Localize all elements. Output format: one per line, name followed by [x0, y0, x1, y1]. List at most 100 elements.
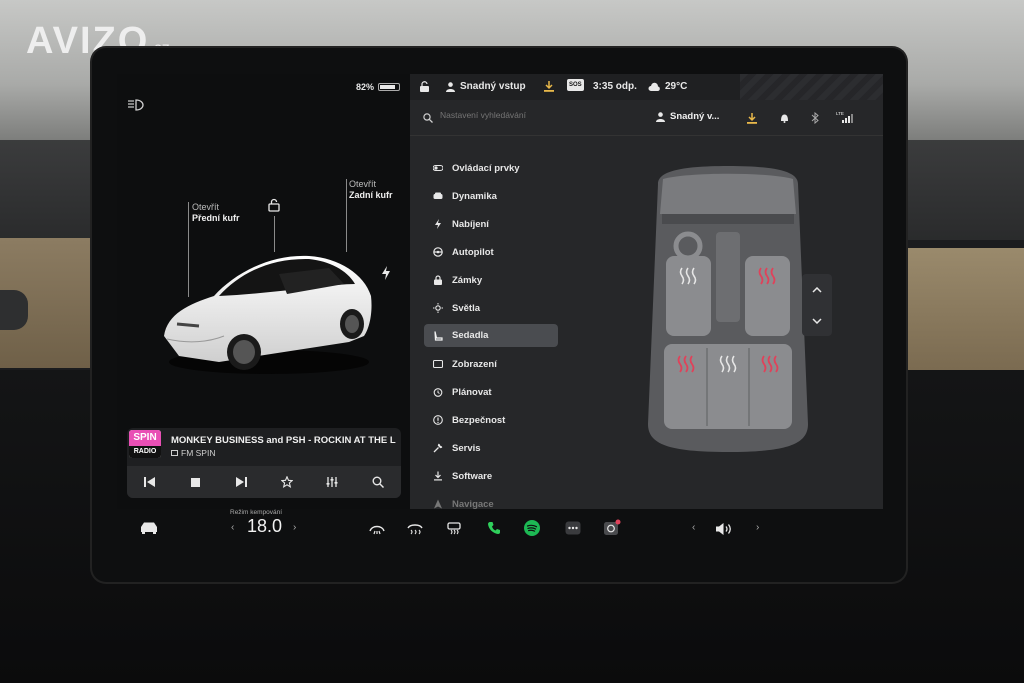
outside-temperature-label: 29°C — [665, 81, 688, 92]
equalizer-icon — [326, 477, 338, 487]
previous-button[interactable] — [141, 473, 159, 491]
passenger-seat[interactable] — [745, 256, 790, 336]
favorite-button[interactable] — [278, 473, 296, 491]
person-icon — [656, 111, 665, 122]
media-search-button[interactable] — [369, 473, 387, 491]
car-panel: 82% Otevřít Přední kufr Otevřít Zadní ku… — [117, 74, 410, 509]
unlock-icon[interactable] — [267, 198, 281, 212]
cabin-temperature[interactable]: 18.0 — [247, 516, 282, 537]
sos-icon: SOS — [567, 79, 584, 91]
wrench-icon — [433, 443, 443, 453]
next-icon — [235, 477, 247, 487]
car-icon — [433, 192, 443, 199]
station-logo-top: SPIN — [129, 430, 161, 446]
airflow-button[interactable] — [407, 523, 423, 535]
menu-item-label: Navigace — [452, 498, 494, 510]
battery-fill — [380, 85, 395, 89]
driver-profile-label: Snadný vstup — [460, 81, 526, 92]
menu-item-label: Zobrazení — [452, 358, 497, 370]
bolt-icon — [435, 219, 441, 229]
volume-down-button[interactable]: ‹ — [692, 522, 695, 533]
car-model-image — [164, 255, 372, 374]
rear-defrost-icon — [447, 522, 461, 535]
rear-trunk-label: Zadní kufr — [349, 190, 393, 200]
camera-button[interactable] — [603, 519, 621, 536]
sun-icon — [433, 303, 443, 313]
volume-button[interactable] — [715, 522, 733, 536]
rear-trunk-button[interactable]: Otevřít Zadní kufr — [349, 179, 393, 201]
sos-button[interactable]: SOS — [567, 79, 584, 91]
front-trunk-button[interactable]: Otevřít Přední kufr — [192, 202, 240, 224]
seat-up-button[interactable] — [802, 274, 832, 305]
menu-item-display[interactable]: Zobrazení — [424, 350, 564, 378]
lte-signal-icon: LTE — [836, 111, 853, 123]
battery-status: 82% — [356, 82, 400, 92]
rear-defrost-button[interactable] — [447, 522, 461, 535]
profile-button[interactable]: Snadný v... — [656, 111, 719, 122]
radio-icon — [171, 450, 178, 456]
menu-item-label: Ovládací prvky — [452, 162, 520, 174]
clock: 3:35 odp. — [593, 81, 637, 92]
menu-item-charging[interactable]: Nabíjení — [424, 210, 564, 238]
menu-item-locks[interactable]: Zámky — [424, 266, 564, 294]
menu-item-schedule[interactable]: Plánovat — [424, 378, 564, 406]
steering-wheel-icon — [433, 247, 443, 257]
camera-icon — [604, 519, 621, 535]
stop-icon — [190, 477, 200, 487]
headlight-icon[interactable] — [127, 98, 145, 112]
stop-button[interactable] — [186, 473, 204, 491]
next-button[interactable] — [232, 473, 250, 491]
menu-item-dynamics[interactable]: Dynamika — [424, 182, 564, 210]
download-icon[interactable] — [544, 81, 554, 92]
seat-heater-diagram — [648, 166, 808, 452]
menu-item-service[interactable]: Servis — [424, 434, 564, 462]
media-controls — [127, 466, 401, 498]
profile-name: Snadný v... — [670, 111, 720, 122]
download-icon[interactable] — [747, 113, 757, 124]
station-logo[interactable]: SPIN RADIO — [129, 430, 161, 458]
equalizer-button[interactable] — [323, 473, 341, 491]
temp-up-button[interactable]: › — [293, 522, 296, 533]
car-button[interactable] — [139, 521, 159, 534]
door-handle — [0, 290, 28, 330]
lock-icon — [434, 275, 442, 285]
menu-item-software[interactable]: Software — [424, 462, 564, 490]
phone-button[interactable] — [487, 521, 501, 535]
temp-down-button[interactable]: ‹ — [231, 522, 234, 533]
menu-item-label: Autopilot — [452, 246, 494, 258]
seat-adjust-buttons — [802, 274, 832, 336]
menu-item-safety[interactable]: Bezpečnost — [424, 406, 564, 434]
bell-icon[interactable] — [780, 113, 789, 123]
menu-item-label: Software — [452, 470, 493, 482]
spotify-icon — [524, 520, 540, 536]
menu-item-label: Nabíjení — [452, 218, 489, 230]
seat-icon — [434, 330, 443, 341]
cloud-sun-icon — [648, 82, 660, 91]
charge-port-icon[interactable] — [381, 266, 391, 280]
more-apps-button[interactable] — [565, 521, 581, 535]
previous-icon — [144, 477, 156, 487]
menu-item-seats[interactable]: Sedadla — [424, 324, 558, 347]
search-icon — [423, 113, 433, 123]
front-defrost-button[interactable] — [369, 523, 385, 535]
spotify-button[interactable] — [524, 520, 540, 536]
driver-profile-status[interactable]: Snadný vstup — [446, 81, 526, 92]
rear-trunk-action: Otevřít — [349, 179, 377, 189]
media-player: SPIN RADIO MONKEY BUSINESS and PSH - ROC… — [127, 428, 401, 498]
svg-text:LTE: LTE — [836, 111, 844, 116]
seat-down-button[interactable] — [802, 305, 832, 336]
volume-up-button[interactable]: › — [756, 522, 759, 533]
wood-trim-right — [905, 248, 1024, 373]
bluetooth-icon[interactable] — [811, 112, 819, 124]
chevron-up-icon — [812, 286, 822, 293]
menu-item-label: Světla — [452, 302, 480, 314]
settings-search-input[interactable] — [440, 110, 620, 120]
menu-item-controls[interactable]: Ovládací prvky — [424, 154, 564, 182]
menu-item-autopilot[interactable]: Autopilot — [424, 238, 564, 266]
map-preview — [740, 74, 883, 100]
menu-item-label: Plánovat — [452, 386, 492, 398]
menu-item-lights[interactable]: Světla — [424, 294, 564, 322]
station-logo-bottom: RADIO — [129, 446, 161, 458]
unlock-status-icon[interactable] — [419, 81, 430, 93]
front-trunk-label: Přední kufr — [192, 213, 240, 223]
